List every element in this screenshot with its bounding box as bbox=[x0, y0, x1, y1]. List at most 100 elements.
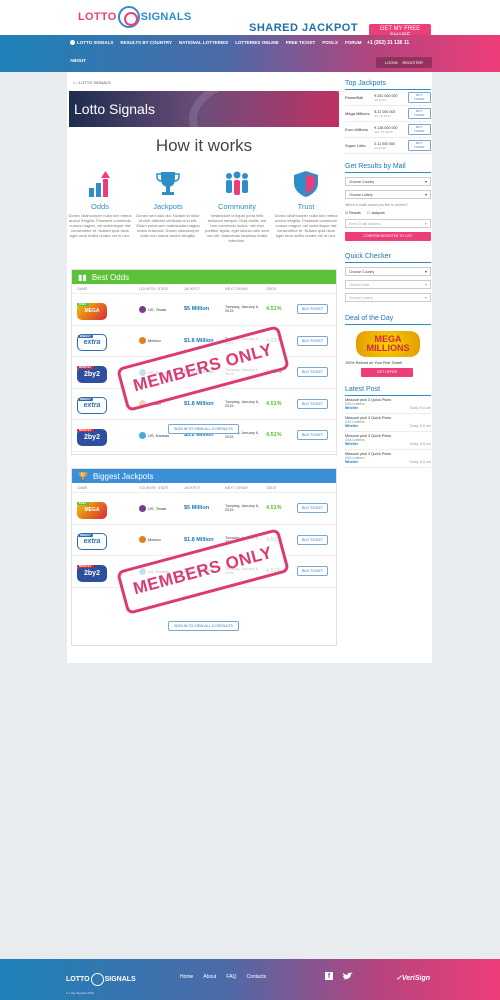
logo[interactable]: LOTTO SIGNALS bbox=[78, 6, 192, 28]
action-cell: BUY TICKET bbox=[297, 398, 333, 409]
col-jackpot: JACKPOT bbox=[184, 286, 201, 291]
home-icon[interactable]: ⌂ bbox=[73, 80, 75, 85]
game-cell: extra WEEKLY bbox=[77, 529, 139, 551]
confirm-register-button[interactable]: CONFIRM REGISTER TO LIST bbox=[345, 231, 431, 241]
post-time: Today, 8:11 am bbox=[409, 459, 431, 464]
footer-link-home[interactable]: Home bbox=[180, 974, 193, 980]
jackpots-checkbox[interactable]: ☐ Jackpots bbox=[367, 211, 385, 215]
buy-ticket-button[interactable]: BUY TICKET bbox=[297, 534, 329, 545]
qc-country-select[interactable]: Choose Country bbox=[345, 266, 431, 276]
post-item[interactable]: Missouri pick 3 Quick Picks USA Lotteries… bbox=[345, 396, 431, 414]
qc-date-select[interactable]: Choose Date bbox=[345, 279, 431, 289]
flag-icon bbox=[139, 536, 146, 544]
nav-results-by-country[interactable]: RESULTS BY COUNTRY bbox=[120, 40, 171, 45]
game-logo[interactable]: extra WEEKLY bbox=[77, 397, 107, 415]
deal-title: Deal of the Day bbox=[345, 315, 431, 325]
email-options: ☑ Results ☐ Jackpots bbox=[345, 211, 431, 215]
odds-cell: 4.51% bbox=[266, 505, 282, 512]
game-logo-text: extra bbox=[83, 402, 101, 410]
footer-links: Home About FAQ Contacts bbox=[180, 974, 266, 980]
game-logo[interactable]: MEGA DAILY bbox=[77, 302, 107, 320]
nav-about[interactable]: ABOUT bbox=[70, 58, 86, 63]
register-button[interactable]: REGISTER bbox=[403, 60, 423, 65]
countdown-text: 1d 11:46 bbox=[374, 145, 386, 150]
game-logo[interactable]: extra WEEKLY bbox=[77, 533, 107, 551]
post-item[interactable]: Missouri pick 3 Quick Picks USA Lotteries… bbox=[345, 414, 431, 432]
feature-desc: Donec sed odio dui. Nullam id dolor id n… bbox=[136, 213, 200, 238]
country-cell: US, Texas bbox=[139, 305, 184, 313]
shared-jackpot-label: SHARED JACKPOT bbox=[249, 22, 359, 34]
sign-in-to-view-button[interactable]: SIGN IN TO VIEW ALL 10 RESULTS bbox=[168, 424, 239, 434]
nav-lotteries-online[interactable]: LOTTERIES ONLINE bbox=[235, 40, 279, 45]
buy-ticket-button[interactable]: BUY TICKET bbox=[297, 430, 329, 441]
bar-chart-icon bbox=[67, 168, 133, 198]
results-checkbox[interactable]: ☑ Results bbox=[345, 211, 361, 215]
buy-ticket-button[interactable]: BUY TICKET bbox=[297, 367, 329, 378]
post-time: Today, 8:11 am bbox=[409, 405, 431, 410]
top-header: LOTTO SIGNALS SHARED JACKPOT GET MY FREE… bbox=[0, 0, 500, 44]
jackpot-row: Euro Millions € 136 000 000 11d, 47:00:00 B… bbox=[345, 122, 431, 138]
game-logo[interactable]: 2by2 MONTHLY bbox=[77, 365, 107, 383]
get-offer-button[interactable]: GET OFFER bbox=[361, 367, 413, 377]
game-logo[interactable]: extra WEEKLY bbox=[77, 334, 107, 352]
buy-ticket-button[interactable]: BUY TICKET bbox=[297, 335, 329, 346]
feature-desc: Donec ullamcorper nulla non metus auctor… bbox=[68, 213, 132, 238]
post-item[interactable]: Missouri pick 3 Quick Picks USA Lotteries… bbox=[345, 450, 431, 468]
nav-free-ticket[interactable]: FREE TICKET bbox=[286, 40, 316, 45]
buy-ticket-button[interactable]: BUY TICKET bbox=[297, 503, 329, 514]
footer-link-contacts[interactable]: Contacts bbox=[246, 974, 266, 980]
login-button[interactable]: LOGIN bbox=[385, 60, 397, 65]
footer: LOTTO SIGNALS © Lotto Signals 2015 Home … bbox=[0, 959, 500, 1000]
feature-title: Trust bbox=[297, 202, 315, 211]
table-row: MEGA DAILY US, Texas $5 Million Tuesday, Jan… bbox=[72, 493, 336, 525]
choose-country-select[interactable]: Choose Country bbox=[345, 177, 431, 186]
choose-lottery-select[interactable]: Choose Lottery bbox=[345, 190, 431, 199]
buy-ticket-button[interactable]: BUY TICKET bbox=[407, 108, 431, 119]
top-jackpots-list: PowerBall € 261 000 000 1d 11:46 BUY TICKET… bbox=[345, 90, 431, 154]
trophy-icon: 🏆 bbox=[78, 471, 88, 481]
post-author[interactable]: Wheller bbox=[345, 442, 358, 446]
feature-desc: Donec ullamcorper nulla non metus auctor… bbox=[274, 213, 338, 238]
post-author[interactable]: Wheller bbox=[345, 406, 358, 410]
auth-buttons: LOGIN REGISTER bbox=[376, 57, 432, 68]
people-icon bbox=[204, 168, 270, 198]
post-author[interactable]: Wheller bbox=[345, 424, 358, 428]
nav-lotto-signals[interactable]: LOTTO SIGNALS bbox=[70, 40, 113, 45]
mega-millions-logo: MEGA MILLIONS bbox=[345, 330, 431, 357]
facebook-icon[interactable]: f bbox=[325, 972, 333, 980]
buy-ticket-button[interactable]: BUY TICKET bbox=[297, 304, 329, 315]
nav-national-lotteries[interactable]: NATIONAL LOTTERIES bbox=[179, 40, 228, 45]
jackpot-cell: $1.8 Million bbox=[184, 400, 214, 407]
game-logo[interactable]: 2by2 MONTHLY bbox=[77, 564, 107, 582]
jackpot-cell: $5 Million bbox=[184, 505, 210, 512]
flag-icon bbox=[139, 431, 146, 439]
sign-in-to-view-button[interactable]: SIGN IN TO VIEW ALL 10 RESULTS bbox=[168, 621, 239, 631]
game-logo[interactable]: 2by2 MONTHLY bbox=[77, 428, 107, 446]
col-next-draw: NEXT DRAW bbox=[225, 485, 248, 490]
country-text: US, Kansas bbox=[148, 432, 170, 438]
game-logo[interactable]: MEGA DAILY bbox=[77, 501, 107, 519]
buy-ticket-button[interactable]: BUY TICKET bbox=[297, 566, 329, 577]
buy-ticket-button[interactable]: BUY TICKET bbox=[297, 398, 329, 409]
post-item[interactable]: Missouri pick 3 Quick Picks USA Lotteries… bbox=[345, 432, 431, 450]
qc-lottery-select[interactable]: Choose Lottery bbox=[345, 292, 431, 302]
hero-banner: Lotto Signals bbox=[69, 91, 339, 127]
game-logo-text: 2by2 bbox=[84, 370, 100, 378]
action-cell: BUY TICKET bbox=[297, 566, 333, 577]
post-time: Today, 8:11 am bbox=[409, 441, 431, 446]
nav-forum[interactable]: FORUM bbox=[345, 40, 362, 45]
twitter-icon[interactable] bbox=[343, 972, 353, 980]
email-input[interactable]: Enter Email Address bbox=[345, 218, 431, 228]
post-author[interactable]: Wheller bbox=[345, 460, 358, 464]
game-logo-text: 2by2 bbox=[84, 569, 100, 577]
post-meta: Wheller Today, 8:11 am bbox=[345, 460, 431, 464]
nav-pools[interactable]: POOLS bbox=[322, 40, 338, 45]
buy-ticket-button[interactable]: BUY TICKET bbox=[407, 140, 431, 151]
action-cell: BUY TICKET bbox=[297, 304, 333, 315]
footer-link-about[interactable]: About bbox=[203, 974, 216, 980]
buy-ticket-button[interactable]: BUY TICKET bbox=[407, 92, 431, 103]
buy-ticket-button[interactable]: BUY TICKET bbox=[407, 124, 431, 135]
footer-link-faq[interactable]: FAQ bbox=[226, 974, 236, 980]
deal-text: 100% Refund on Your First Ticket! bbox=[345, 360, 403, 365]
footer-logo[interactable]: LOTTO SIGNALS bbox=[66, 973, 136, 986]
